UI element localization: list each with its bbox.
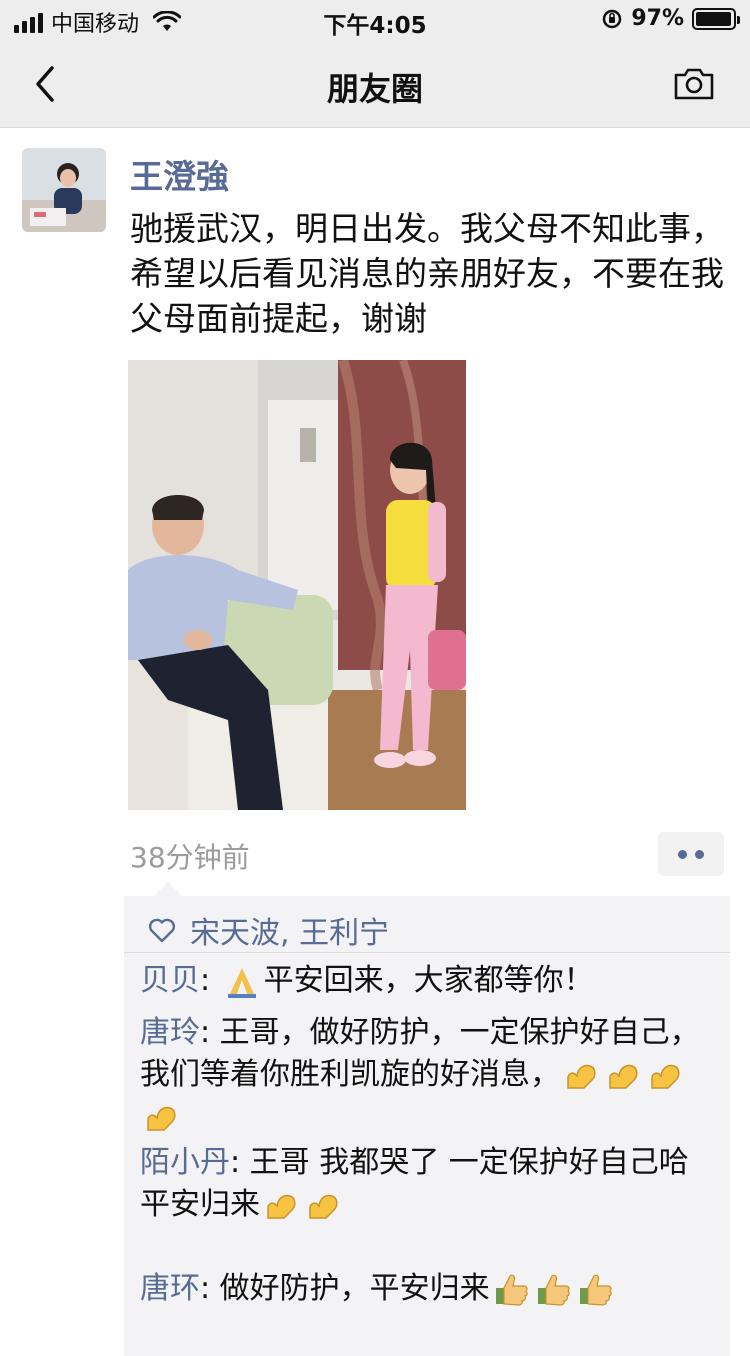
flexed-biceps-icon	[651, 1064, 680, 1089]
navigation-bar: 朋友圈	[0, 40, 750, 128]
comment-separator: :	[200, 963, 220, 998]
folded-hands-icon	[227, 967, 256, 998]
author-avatar[interactable]	[22, 148, 106, 232]
comment-text: 王哥 我都哭了 一定保护好自己哈	[249, 1145, 689, 1180]
more-actions-button[interactable]	[658, 832, 724, 876]
comment-text: 平安回来，大家都等你！	[263, 963, 594, 998]
flexed-biceps-icon	[567, 1064, 596, 1089]
comment-text: 做好防护，平安归来	[219, 1271, 490, 1306]
battery-percent: 97%	[631, 6, 684, 31]
battery-icon	[692, 7, 740, 30]
status-right: 97%	[601, 6, 740, 31]
comment-author[interactable]: 唐玲	[140, 1015, 200, 1050]
thumbs-up-icon	[579, 1274, 612, 1306]
flexed-biceps-icon	[609, 1064, 638, 1089]
post-text: 驰援武汉，明日出发。我父母不知此事，希望以后看见消息的亲朋好友，不要在我父母面前…	[130, 209, 724, 338]
likes-names[interactable]: 宋天波, 王利宁	[190, 908, 389, 952]
comment-item[interactable]: 唐玲: 王哥，做好防护，一定保护好自己，我们等着你胜利凯旋的好消息，	[140, 1012, 710, 1138]
comment-item[interactable]: 贝贝: 平安回来，大家都等你！	[140, 960, 710, 1002]
comment-author[interactable]: 陌小丹	[140, 1145, 230, 1180]
flexed-biceps-icon	[309, 1194, 338, 1219]
divider	[124, 952, 730, 953]
comment-item[interactable]: 唐环: 做好防护，平安归来	[140, 1268, 710, 1310]
status-bar: 中国移动 下午4:05 97%	[0, 0, 750, 40]
comments-panel: 宋天波, 王利宁 贝贝: 平安回来，大家都等你！ 唐玲: 王哥，做好防护，一定保…	[124, 882, 730, 1356]
orientation-lock-icon	[603, 9, 622, 28]
flexed-biceps-icon	[147, 1106, 176, 1131]
comment-separator: :	[200, 1271, 220, 1306]
comment-separator: :	[230, 1145, 250, 1180]
flexed-biceps-icon	[267, 1194, 296, 1219]
post-timestamp: 38分钟前	[130, 841, 250, 874]
page-title: 朋友圈	[326, 70, 423, 108]
comment-text-line2: 平安归来	[140, 1187, 260, 1222]
comment-author[interactable]: 唐环	[140, 1271, 200, 1306]
post-photo-image	[128, 360, 466, 810]
camera-icon[interactable]	[672, 66, 716, 102]
heart-outline-icon	[148, 918, 176, 943]
avatar-image	[22, 148, 106, 232]
post-photo[interactable]	[128, 360, 466, 810]
dot-icon	[695, 849, 704, 859]
thumbs-up-icon	[495, 1274, 528, 1306]
comment-item[interactable]: 陌小丹: 王哥 我都哭了 一定保护好自己哈平安归来	[140, 1142, 710, 1226]
post-author-name[interactable]: 王澄強	[130, 150, 229, 198]
comment-separator: :	[200, 1015, 220, 1050]
likes-row: 宋天波, 王利宁	[148, 906, 389, 954]
comment-author[interactable]: 贝贝	[140, 963, 200, 998]
thumbs-up-icon	[537, 1274, 570, 1306]
dot-icon	[678, 849, 687, 859]
